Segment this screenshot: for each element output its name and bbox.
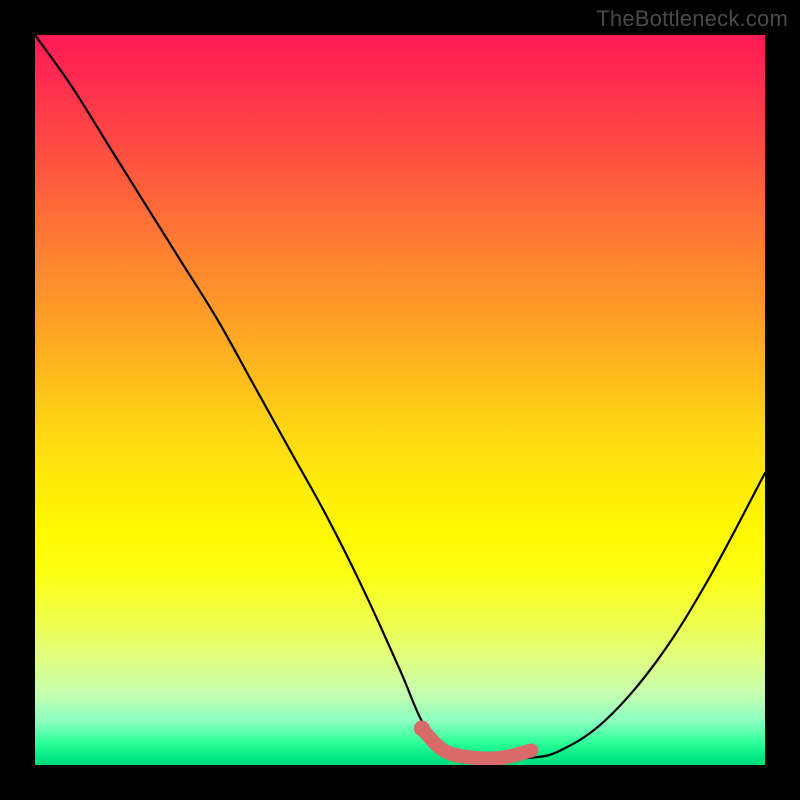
highlight-band [422, 729, 532, 759]
chart-svg [35, 35, 765, 765]
highlight-start-dot [414, 721, 430, 737]
plot-area [35, 35, 765, 765]
watermark-label: TheBottleneck.com [596, 6, 788, 32]
bottleneck-curve [35, 35, 765, 758]
